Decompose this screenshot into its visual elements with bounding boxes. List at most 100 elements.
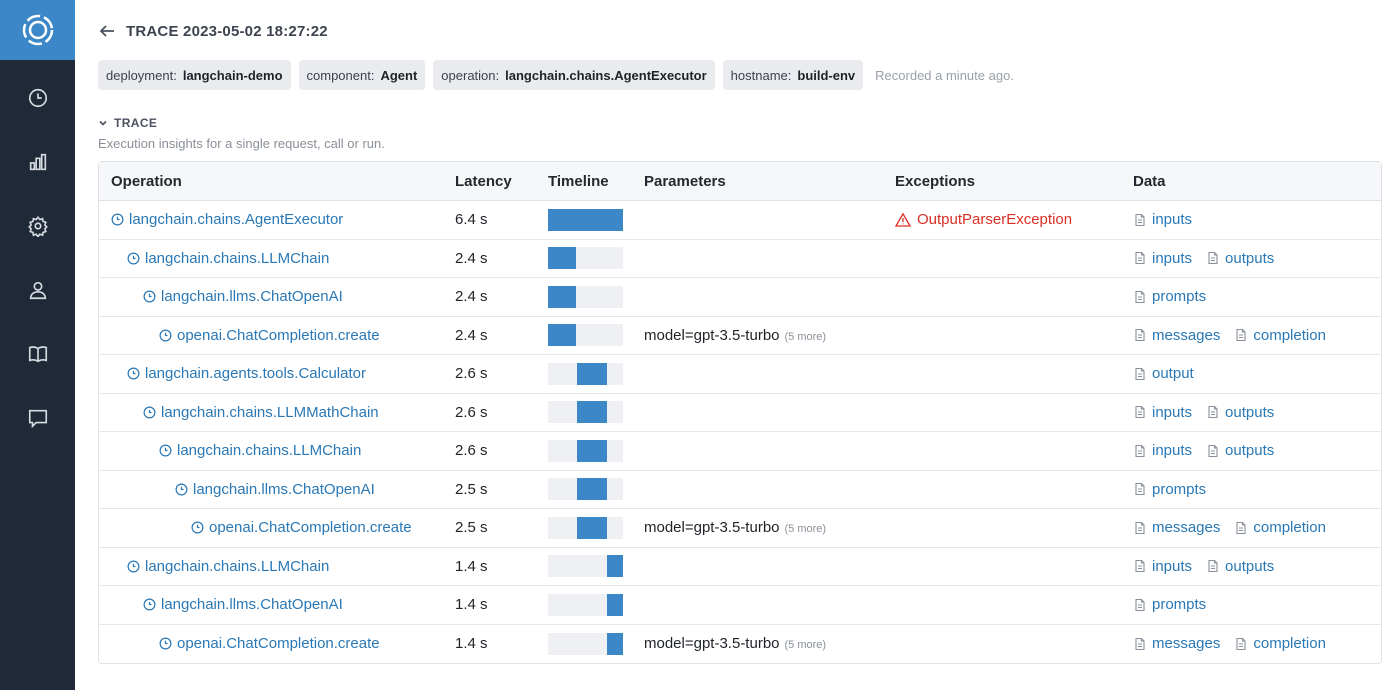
- book-icon: [28, 346, 47, 363]
- data-link-messages[interactable]: messages: [1133, 327, 1220, 344]
- document-icon: [1135, 598, 1145, 611]
- latency-cell: 6.4 s: [443, 211, 536, 228]
- back-button[interactable]: [98, 22, 116, 40]
- timeline-bar[interactable]: [548, 247, 577, 270]
- table-row: langchain.llms.ChatOpenAI 2.5 s prompts: [99, 471, 1381, 509]
- timeline-bar[interactable]: [577, 362, 607, 385]
- more-parameters-link[interactable]: (5 more): [785, 331, 827, 343]
- recorded-time: Recorded a minute ago.: [875, 67, 1014, 83]
- data-link-label: messages: [1152, 635, 1221, 653]
- data-link-messages[interactable]: messages: [1133, 519, 1220, 536]
- clock-icon: [127, 367, 140, 380]
- tag-list: deployment: langchain-demo component: Agen…: [98, 60, 1382, 90]
- timeline-bar[interactable]: [606, 555, 623, 578]
- latency-cell: 1.4 s: [443, 596, 536, 613]
- data-link-inputs[interactable]: inputs: [1133, 558, 1192, 575]
- latency-value: 2.4 s: [455, 249, 488, 267]
- document-icon: [1135, 213, 1145, 226]
- data-link-inputs[interactable]: inputs: [1133, 442, 1192, 459]
- timeline-bar[interactable]: [606, 632, 623, 655]
- logo-icon: [22, 14, 53, 46]
- data-link-inputs[interactable]: inputs: [1133, 404, 1192, 421]
- document-icon: [1135, 560, 1145, 573]
- operation-link[interactable]: openai.ChatCompletion.create: [159, 327, 380, 344]
- data-link-completion[interactable]: completion: [1234, 635, 1326, 652]
- data-link-completion[interactable]: completion: [1234, 519, 1326, 536]
- nav-analytics[interactable]: [0, 130, 75, 194]
- data-link-completion[interactable]: completion: [1234, 327, 1326, 344]
- timeline-bar[interactable]: [548, 285, 577, 308]
- operation-link[interactable]: langchain.agents.tools.Calculator: [127, 365, 366, 382]
- table-header: Operation Latency Timeline Parameters Ex…: [99, 162, 1381, 201]
- timeline-bar[interactable]: [606, 593, 623, 616]
- operation-link[interactable]: langchain.chains.LLMChain: [127, 558, 329, 575]
- operation-link[interactable]: langchain.llms.ChatOpenAI: [175, 481, 375, 498]
- more-parameters-link[interactable]: (5 more): [785, 523, 827, 535]
- tag-deployment[interactable]: deployment: langchain-demo: [98, 60, 291, 90]
- data-link-inputs[interactable]: inputs: [1133, 250, 1192, 267]
- more-parameters-link[interactable]: (5 more): [785, 639, 827, 651]
- data-link-messages[interactable]: messages: [1133, 635, 1220, 652]
- operation-name: langchain.chains.LLMChain: [145, 249, 330, 267]
- data-link-prompts[interactable]: prompts: [1133, 481, 1206, 498]
- column-header-timeline: Timeline: [548, 172, 609, 190]
- data-cell: inputs: [1123, 211, 1381, 228]
- timeline-bar[interactable]: [577, 516, 607, 539]
- data-link-label: outputs: [1225, 403, 1275, 421]
- tag-value: langchain-demo: [182, 67, 283, 83]
- nav-settings[interactable]: [0, 194, 75, 258]
- clock-icon: [159, 444, 172, 457]
- latency-cell: 2.5 s: [443, 519, 536, 536]
- timeline-bar[interactable]: [577, 401, 607, 424]
- timeline-bar[interactable]: [577, 439, 607, 462]
- operation-name: openai.ChatCompletion.create: [209, 519, 412, 537]
- timeline-bar[interactable]: [548, 324, 577, 347]
- operation-link[interactable]: openai.ChatCompletion.create: [191, 519, 412, 536]
- data-link-prompts[interactable]: prompts: [1133, 288, 1206, 305]
- operation-link[interactable]: langchain.chains.LLMChain: [127, 250, 329, 267]
- operation-link[interactable]: langchain.chains.LLMChain: [159, 442, 361, 459]
- data-link-inputs[interactable]: inputs: [1133, 211, 1192, 228]
- timeline-bar[interactable]: [548, 208, 623, 231]
- data-link-label: inputs: [1152, 211, 1193, 229]
- data-link-prompts[interactable]: prompts: [1133, 596, 1206, 613]
- data-link-label: messages: [1152, 519, 1221, 537]
- exception-link[interactable]: OutputParserException: [895, 211, 1072, 228]
- data-link-label: inputs: [1152, 403, 1193, 421]
- document-icon: [1208, 406, 1218, 419]
- operation-link[interactable]: langchain.llms.ChatOpenAI: [143, 288, 343, 305]
- data-cell: output: [1123, 365, 1381, 382]
- tag-hostname[interactable]: hostname: build-env: [722, 60, 864, 90]
- timeline-bar[interactable]: [577, 478, 607, 501]
- operation-link[interactable]: langchain.chains.LLMMathChain: [143, 404, 379, 421]
- tag-operation[interactable]: operation: langchain.chains.AgentExecutor: [433, 60, 715, 90]
- operation-cell: langchain.chains.LLMChain: [99, 442, 443, 459]
- nav-docs[interactable]: [0, 322, 75, 386]
- operation-link[interactable]: langchain.chains.AgentExecutor: [111, 211, 343, 228]
- operation-link[interactable]: langchain.llms.ChatOpenAI: [143, 596, 343, 613]
- trace-section-toggle[interactable]: TRACE: [98, 116, 1382, 130]
- operation-cell: openai.ChatCompletion.create: [99, 635, 443, 652]
- nav-account[interactable]: [0, 258, 75, 322]
- operation-link[interactable]: openai.ChatCompletion.create: [159, 635, 380, 652]
- data-link-outputs[interactable]: outputs: [1206, 404, 1274, 421]
- logo[interactable]: [0, 0, 75, 60]
- latency-value: 2.6 s: [455, 365, 488, 383]
- timeline-track: [548, 439, 623, 462]
- latency-cell: 2.4 s: [443, 288, 536, 305]
- latency-cell: 2.5 s: [443, 481, 536, 498]
- data-link-outputs[interactable]: outputs: [1206, 250, 1274, 267]
- tag-key: operation:: [441, 67, 500, 83]
- data-link-output[interactable]: output: [1133, 365, 1194, 382]
- clock-icon: [175, 483, 188, 496]
- nav-feedback[interactable]: [0, 386, 75, 450]
- document-icon: [1135, 521, 1145, 534]
- operation-name: openai.ChatCompletion.create: [177, 635, 380, 653]
- table-body: langchain.chains.AgentExecutor 6.4 s Out…: [99, 201, 1381, 663]
- tag-component[interactable]: component: Agent: [298, 60, 426, 90]
- clock-icon: [143, 406, 156, 419]
- data-link-outputs[interactable]: outputs: [1206, 558, 1274, 575]
- tag-key: component:: [306, 67, 375, 83]
- data-link-outputs[interactable]: outputs: [1206, 442, 1274, 459]
- nav-traces[interactable]: [0, 66, 75, 130]
